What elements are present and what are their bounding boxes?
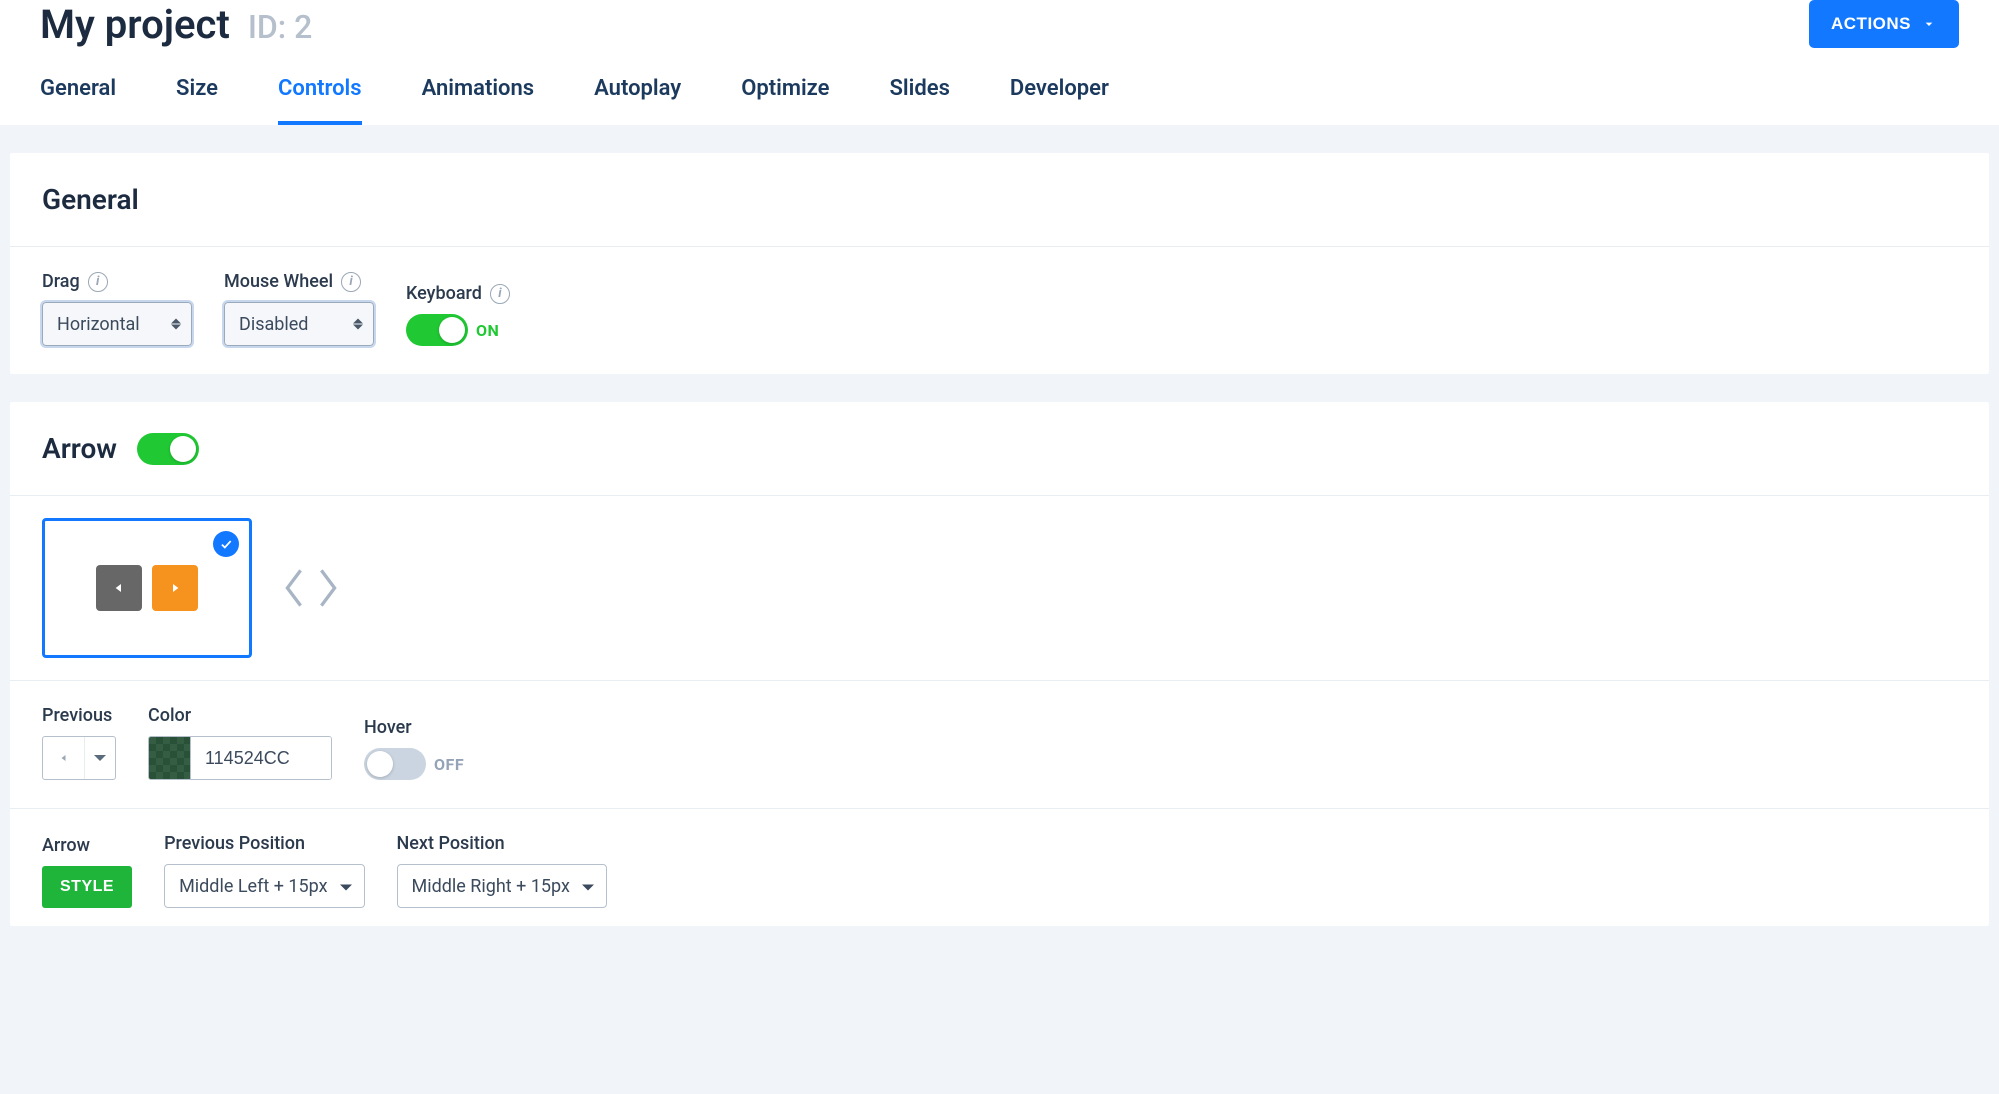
- color-label: Color: [148, 705, 332, 726]
- tab-autoplay[interactable]: Autoplay: [594, 76, 681, 125]
- tab-general[interactable]: General: [40, 76, 116, 125]
- chevron-down-icon: [1921, 16, 1937, 32]
- next-position-label: Next Position: [397, 833, 607, 854]
- previous-position-select[interactable]: Middle Left + 15px: [164, 864, 364, 908]
- next-position-select[interactable]: Middle Right + 15px: [397, 864, 607, 908]
- chevron-down-icon: [340, 885, 352, 891]
- arrow-panel: Arrow Previous Co: [10, 402, 1989, 926]
- previous-position-value: Middle Left + 15px: [179, 876, 327, 897]
- page-title: My project: [40, 1, 230, 48]
- mouse-wheel-label: Mouse Wheel: [224, 271, 333, 292]
- arrow-enabled-toggle[interactable]: [137, 433, 199, 465]
- arrow-style-option-1[interactable]: [42, 518, 252, 658]
- tabs: General Size Controls Animations Autopla…: [40, 76, 1959, 125]
- arrow-style-label: Arrow: [42, 835, 132, 856]
- mouse-wheel-select-value: Disabled: [239, 314, 308, 335]
- previous-label: Previous: [42, 705, 116, 726]
- tab-size[interactable]: Size: [176, 76, 218, 125]
- info-icon[interactable]: i: [490, 284, 510, 304]
- tab-controls[interactable]: Controls: [278, 76, 362, 125]
- arrow-right-icon: [152, 565, 198, 611]
- previous-icon-picker[interactable]: [42, 736, 116, 780]
- selected-check-icon: [213, 531, 239, 557]
- chevron-left-icon: [280, 566, 308, 610]
- tab-optimize[interactable]: Optimize: [741, 76, 829, 125]
- hover-toggle-state: OFF: [434, 755, 464, 774]
- arrow-left-icon: [58, 751, 70, 765]
- keyboard-toggle[interactable]: [406, 314, 468, 346]
- info-icon[interactable]: i: [88, 272, 108, 292]
- actions-button[interactable]: ACTIONS: [1809, 0, 1959, 48]
- info-icon[interactable]: i: [341, 272, 361, 292]
- previous-position-label: Previous Position: [164, 833, 364, 854]
- actions-button-label: ACTIONS: [1831, 14, 1911, 34]
- chevron-right-icon: [314, 566, 342, 610]
- color-swatch[interactable]: [149, 737, 191, 779]
- tab-animations[interactable]: Animations: [422, 76, 535, 125]
- arrow-left-icon: [96, 565, 142, 611]
- next-position-value: Middle Right + 15px: [412, 876, 570, 897]
- drag-select[interactable]: Horizontal: [42, 302, 192, 346]
- keyboard-toggle-state: ON: [476, 321, 499, 340]
- style-button[interactable]: STYLE: [42, 866, 132, 908]
- sort-arrows-icon: [353, 319, 363, 330]
- sort-arrows-icon: [171, 319, 181, 330]
- arrow-title: Arrow: [42, 432, 117, 465]
- arrow-style-option-2[interactable]: [280, 566, 342, 610]
- hover-label: Hover: [364, 717, 464, 738]
- hover-toggle[interactable]: [364, 748, 426, 780]
- general-panel: General Drag i Horizontal Mouse Wheel i …: [10, 153, 1989, 374]
- chevron-down-icon: [85, 737, 115, 779]
- chevron-down-icon: [582, 885, 594, 891]
- color-input[interactable]: [191, 737, 331, 779]
- project-id: ID: 2: [248, 8, 313, 46]
- general-title: General: [42, 183, 139, 216]
- drag-select-value: Horizontal: [57, 314, 140, 335]
- tab-developer[interactable]: Developer: [1010, 76, 1109, 125]
- keyboard-label: Keyboard: [406, 283, 482, 304]
- mouse-wheel-select[interactable]: Disabled: [224, 302, 374, 346]
- drag-label: Drag: [42, 271, 80, 292]
- tab-slides[interactable]: Slides: [889, 76, 949, 125]
